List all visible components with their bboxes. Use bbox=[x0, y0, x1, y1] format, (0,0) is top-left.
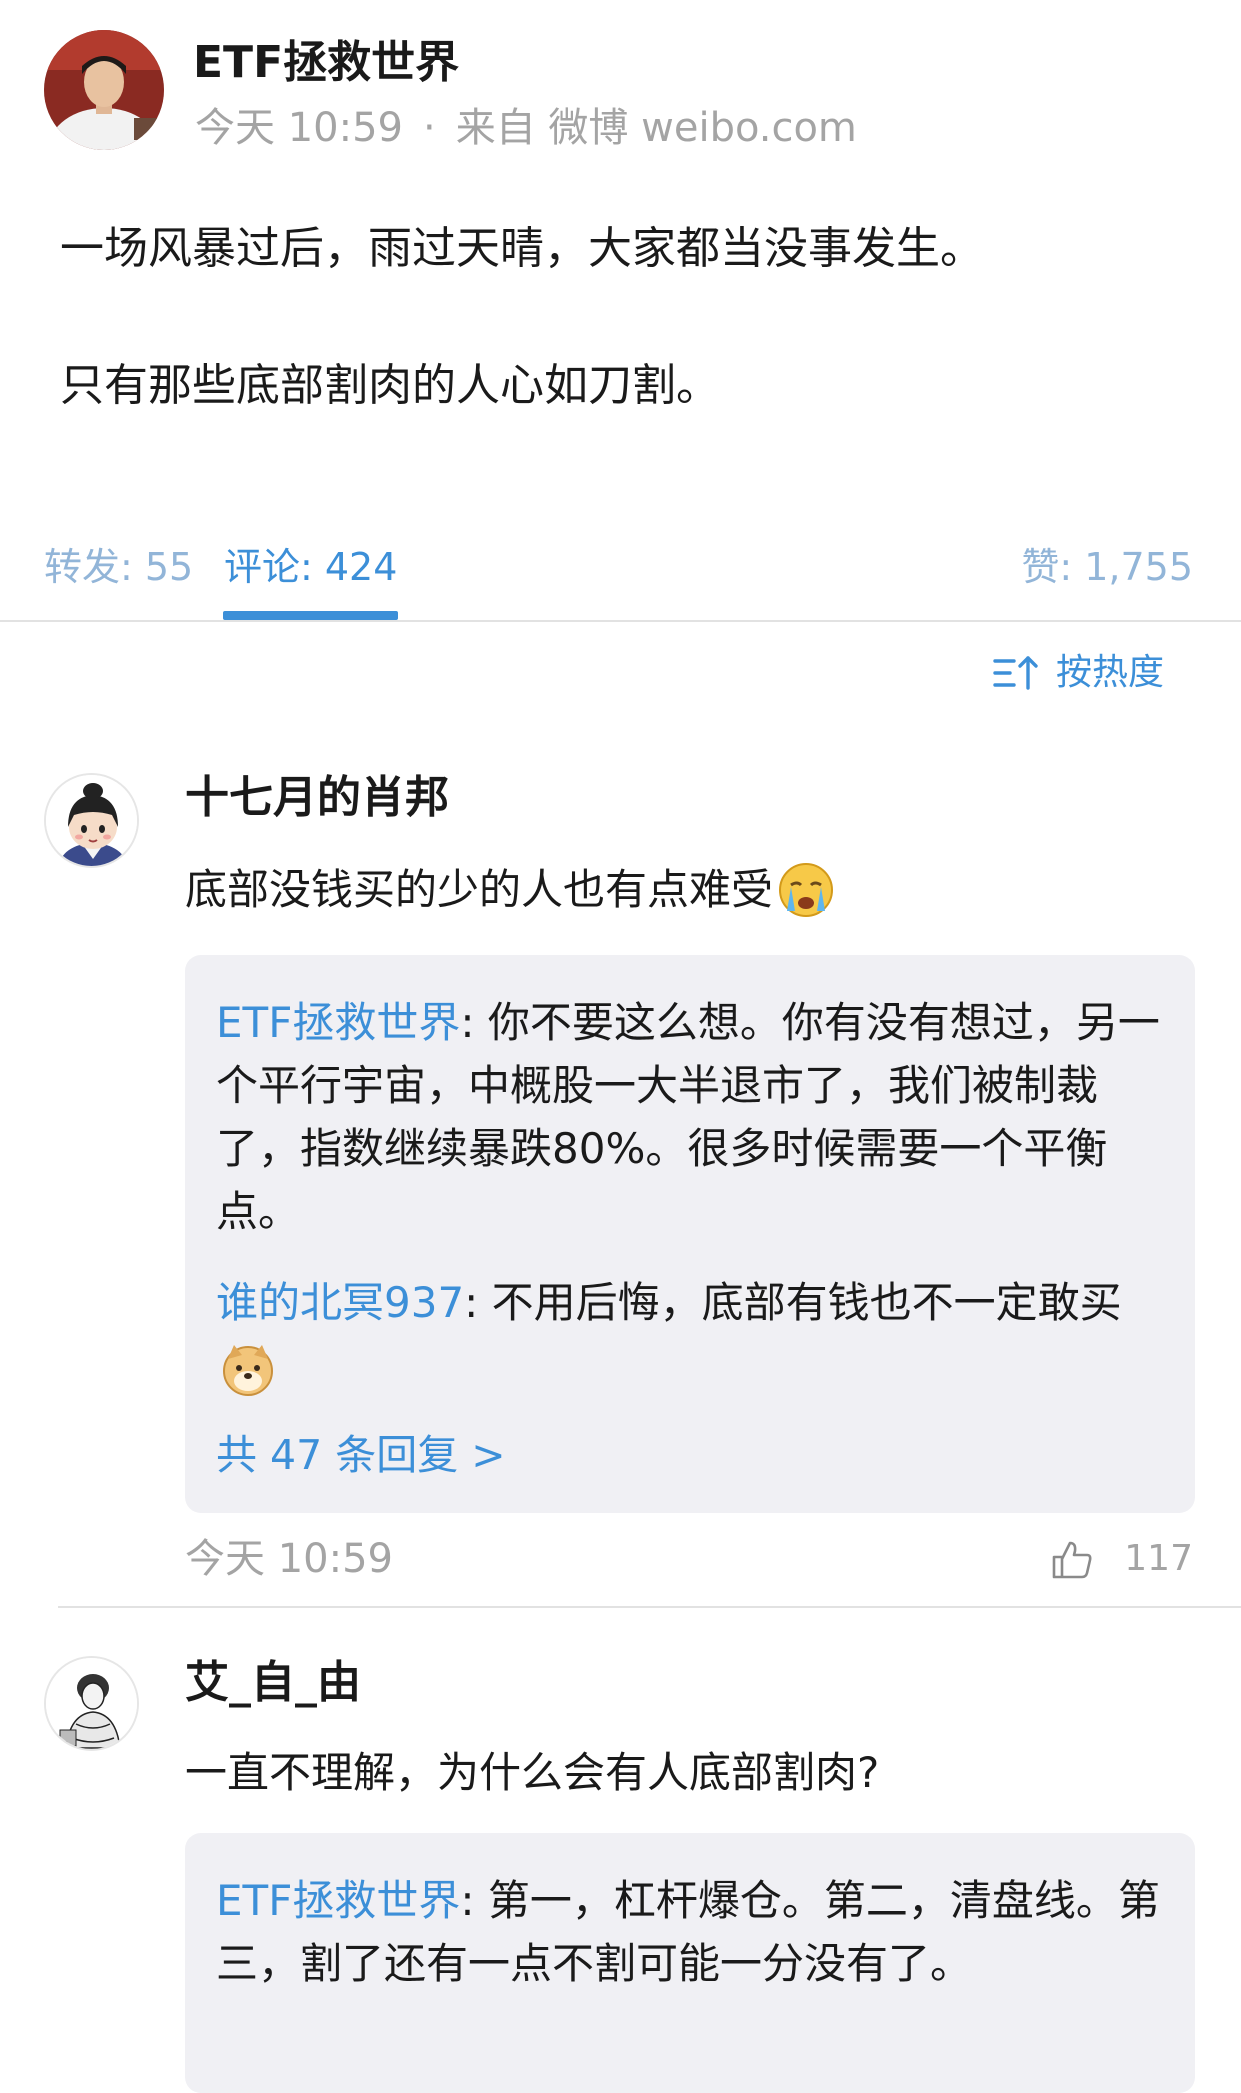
avatar-photo bbox=[44, 30, 164, 150]
reply-item[interactable]: ETF拯救世界: 第一，杠杆爆仓。第二，清盘线。第三，割了还有一点不割可能一分没… bbox=[216, 1869, 1165, 1995]
reply-box: ETF拯救世界: 你不要这么想。你有没有想过，另一个平行宇宙，中概股一大半退市了… bbox=[185, 955, 1195, 1513]
commenter-avatar[interactable] bbox=[44, 1656, 139, 1751]
comment-body: 底部没钱买的少的人也有点难受 bbox=[185, 865, 774, 914]
comment-text: 一直不理解，为什么会有人底部割肉? bbox=[185, 1743, 879, 1803]
doge-icon bbox=[223, 1344, 273, 1396]
commenter-name[interactable]: 艾_自_由 bbox=[185, 1652, 361, 1714]
sort-button[interactable]: 按热度 bbox=[992, 648, 1164, 698]
meta-separator: · bbox=[423, 105, 436, 151]
reply-text: : 不用后悔，底部有钱也不一定敢买 bbox=[464, 1278, 1122, 1327]
tab-like[interactable]: 赞: 1,755 bbox=[1021, 542, 1193, 592]
post-paragraph: 一场风暴过后，雨过天晴，大家都当没事发生。 bbox=[60, 223, 984, 274]
comment-body: 一直不理解，为什么会有人底部割肉? bbox=[185, 1748, 880, 1797]
active-tab-indicator bbox=[223, 611, 398, 620]
commenter-name[interactable]: 十七月的肖邦 bbox=[185, 767, 449, 829]
divider bbox=[58, 1606, 1241, 1608]
reply-item[interactable]: ETF拯救世界: 你不要这么想。你有没有想过，另一个平行宇宙，中概股一大半退市了… bbox=[216, 991, 1165, 1243]
post-time: 今天 10:59 bbox=[195, 105, 403, 151]
view-all-replies-link[interactable]: 共 47 条回复 > bbox=[216, 1427, 1165, 1483]
reply-username[interactable]: 谁的北冥937 bbox=[216, 1278, 464, 1327]
like-button[interactable]: 117 bbox=[1050, 1531, 1193, 1587]
post-meta: 今天 10:59 · 来自 微博 weibo.com bbox=[195, 100, 857, 156]
post-content: 一场风暴过后，雨过天晴，大家都当没事发生。 只有那些底部割肉的人心如刀割。 bbox=[60, 218, 1200, 417]
comment-text: 底部没钱买的少的人也有点难受 bbox=[185, 860, 835, 920]
comment-time: 今天 10:59 bbox=[185, 1536, 393, 1582]
author-avatar[interactable] bbox=[44, 30, 164, 150]
crying-face-icon bbox=[779, 863, 834, 917]
cartoon-avatar bbox=[46, 775, 137, 866]
post-source: 来自 微博 weibo.com bbox=[455, 105, 857, 151]
tab-repost[interactable]: 转发: 55 bbox=[44, 542, 193, 592]
divider bbox=[0, 620, 1241, 622]
like-count: 117 bbox=[1124, 1538, 1193, 1579]
sort-icon bbox=[993, 656, 1038, 690]
reply-item[interactable]: 谁的北冥937: 不用后悔，底部有钱也不一定敢买 bbox=[216, 1271, 1165, 1397]
reply-username[interactable]: ETF拯救世界 bbox=[216, 998, 460, 1047]
post-author-name[interactable]: ETF拯救世界 bbox=[193, 32, 459, 94]
post-paragraph: 只有那些底部割肉的人心如刀割。 bbox=[60, 360, 720, 411]
reply-box: ETF拯救世界: 第一，杠杆爆仓。第二，清盘线。第三，割了还有一点不割可能一分没… bbox=[185, 1833, 1195, 2093]
post-tabs: 转发: 55 评论: 424 赞: 1,755 bbox=[0, 530, 1241, 620]
commenter-avatar[interactable] bbox=[44, 773, 139, 868]
thumbs-up-icon bbox=[1052, 1541, 1092, 1579]
sketch-avatar bbox=[46, 1658, 137, 1749]
reply-username[interactable]: ETF拯救世界 bbox=[216, 1876, 460, 1925]
tab-comment[interactable]: 评论: 424 bbox=[224, 542, 397, 592]
sort-label: 按热度 bbox=[1055, 652, 1164, 693]
